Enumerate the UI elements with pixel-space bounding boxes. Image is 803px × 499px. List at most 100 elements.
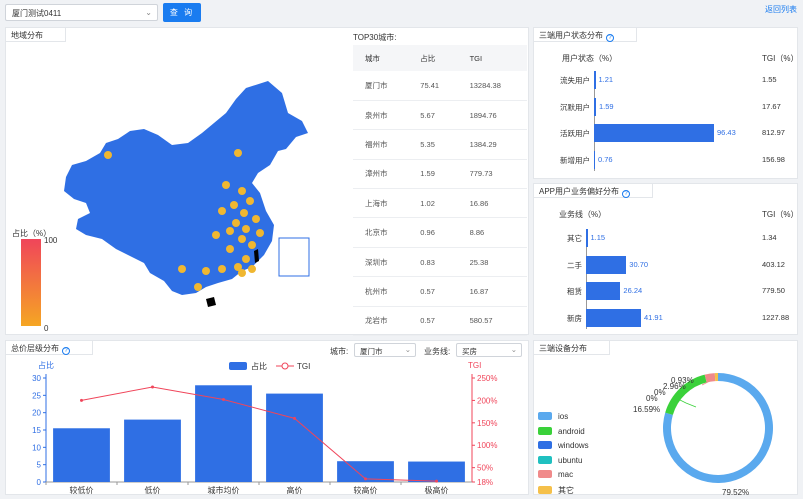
hbar-value: 1.21 — [598, 75, 614, 84]
legend-label: ubuntu — [558, 455, 583, 465]
south-china-sea-inset — [278, 237, 310, 277]
y-tick-label: 20 — [32, 409, 41, 418]
table-header-row: 城市 占比 TGI — [353, 45, 527, 71]
legend-label: mac — [558, 470, 574, 479]
business-filter-select[interactable]: 买房 ⌄ — [456, 343, 522, 357]
legend-label: ios — [558, 412, 569, 421]
city-dot — [238, 269, 246, 277]
share-cell: 0.57 — [408, 276, 458, 307]
legend-bar-label: 占比 — [251, 361, 267, 371]
top30-body: 厦门市 75.41 13284.38 泉州市 5.67 1894.76 福州市 5.35 138… — [353, 71, 527, 337]
hbar-label: 新房 — [567, 313, 582, 323]
hbar-tgi: 812.97 — [762, 128, 785, 137]
y-right-tick-label: 150% — [477, 419, 497, 428]
hbar-bar[interactable] — [594, 71, 596, 89]
share-cell: 5.67 — [408, 100, 458, 131]
legend-line-label: TGI — [297, 362, 310, 371]
hbar-label: 新增用户 — [560, 155, 590, 165]
tgi-cell: 8.86 — [457, 217, 527, 248]
y-tick-label: 30 — [32, 374, 41, 383]
top30-table: 城市 占比 TGI 厦门市 75.41 13284.38 泉州市 5.67 1894.76… — [353, 45, 527, 337]
table-row: 泉州市 5.67 1894.76 — [353, 100, 527, 131]
city-cell: 福州市 — [353, 129, 409, 160]
city-dot — [104, 151, 112, 159]
device-title-text: 三端设备分布 — [539, 344, 587, 353]
x-tick-label: 较低价 — [70, 485, 94, 495]
help-icon[interactable]: ? — [62, 347, 70, 355]
city-filter-select[interactable]: 厦门市 ⌄ — [354, 343, 416, 357]
hbar-bar[interactable] — [586, 282, 621, 300]
chevron-down-icon: ⌄ — [145, 8, 152, 17]
hbar-value: 41.91 — [644, 312, 663, 322]
hbar-label: 租赁 — [567, 287, 582, 296]
query-button[interactable]: 查 询 — [163, 3, 201, 22]
tgi-point — [364, 477, 367, 481]
donut-value-label: 16.59% — [633, 405, 660, 414]
top30-title: TOP30城市: — [353, 33, 397, 42]
project-select-value: 厦门测试0411 — [12, 9, 62, 18]
hbar-bar[interactable] — [594, 150, 595, 169]
device-legend-item[interactable]: android — [538, 426, 585, 436]
tgi-cell: 580.57 — [457, 306, 527, 337]
hbar-label: 二手 — [567, 260, 582, 270]
tgi-cell: 16.87 — [457, 276, 527, 307]
city-dot — [256, 229, 264, 237]
city-dot — [240, 209, 248, 217]
hbar-value: 1.15 — [590, 233, 606, 242]
col-tgi: TGI — [457, 45, 527, 71]
legend-label: android — [558, 426, 585, 436]
donut-value-label: 0.93% — [671, 376, 694, 385]
hbar-bar[interactable] — [586, 229, 588, 247]
legend-bar-swatch — [229, 362, 247, 370]
hbar-bar[interactable] — [594, 124, 714, 142]
device-legend-item[interactable]: 其它 — [538, 485, 574, 496]
city-dot — [248, 265, 256, 273]
hbar-bar[interactable] — [594, 97, 596, 116]
share-cell: 5.35 — [408, 129, 458, 160]
device-legend-item[interactable]: mac — [538, 470, 573, 479]
device-legend-item[interactable]: windows — [538, 441, 589, 450]
x-tick-label: 极高价 — [425, 485, 449, 495]
city-cell: 上海市 — [353, 188, 409, 219]
help-icon[interactable]: ? — [606, 34, 614, 42]
legend-label: windows — [558, 441, 589, 450]
panel-title: APP用户业务偏好分布? — [534, 184, 654, 198]
y-right-tick-label: 200% — [477, 396, 497, 405]
business-filter-label: 业务线: — [424, 347, 451, 356]
user-status-panel: 三端用户状态分布? 用户状态（%） TGI（%） 流失用户 1.21 1.55 沉默用… — [533, 27, 798, 179]
bar — [124, 419, 181, 482]
tgi-point — [435, 479, 438, 483]
legend-swatch — [538, 485, 552, 494]
legend-min-label: 0 — [44, 324, 49, 333]
device-legend-item[interactable]: ubuntu — [538, 455, 583, 465]
y-tick-label: 25 — [32, 391, 41, 400]
x-tick-label: 城市均价 — [208, 485, 240, 495]
city-dot — [232, 219, 240, 227]
app-pref-col-label: 业务线（%） — [559, 210, 607, 219]
app-pref-col-tgi: TGI（%） — [762, 210, 799, 219]
hbar-row: 二手 30.70 403.12 — [534, 254, 799, 276]
legend-swatch — [538, 455, 552, 464]
hbar-bar[interactable] — [586, 308, 641, 327]
x-tick-label: 较高价 — [354, 485, 378, 495]
hbar-bar[interactable] — [586, 255, 627, 274]
x-tick-label: 高价 — [287, 485, 303, 495]
hbar-tgi: 156.98 — [762, 154, 785, 164]
hbar-row: 新增用户 0.76 156.98 — [534, 149, 799, 171]
bar — [408, 461, 465, 482]
project-select[interactable]: 厦门测试0411 ⌄ — [5, 4, 158, 21]
y-right-tick-label: 50% — [477, 464, 493, 473]
device-legend-item[interactable]: ios — [538, 412, 568, 421]
user-status-title-text: 三端用户状态分布 — [539, 31, 603, 40]
hbar-tgi: 779.50 — [762, 286, 785, 295]
help-icon[interactable]: ? — [622, 190, 631, 198]
legend-gradient-bar[interactable] — [21, 239, 41, 326]
user-status-col-label: 用户状态（%） — [562, 54, 618, 63]
city-dot — [226, 227, 234, 235]
back-to-list-link[interactable]: 返回列表 — [765, 4, 797, 15]
price-level-chart: 占比 TGI 占比 TGI 0 5 10 15 20 25 30 18% 50% 100% 150% 200%… — [32, 360, 497, 495]
hainan-island — [206, 297, 216, 307]
city-dot — [178, 265, 186, 273]
app-pref-title-text: APP用户业务偏好分布 — [539, 187, 620, 196]
share-cell: 0.96 — [408, 217, 458, 248]
